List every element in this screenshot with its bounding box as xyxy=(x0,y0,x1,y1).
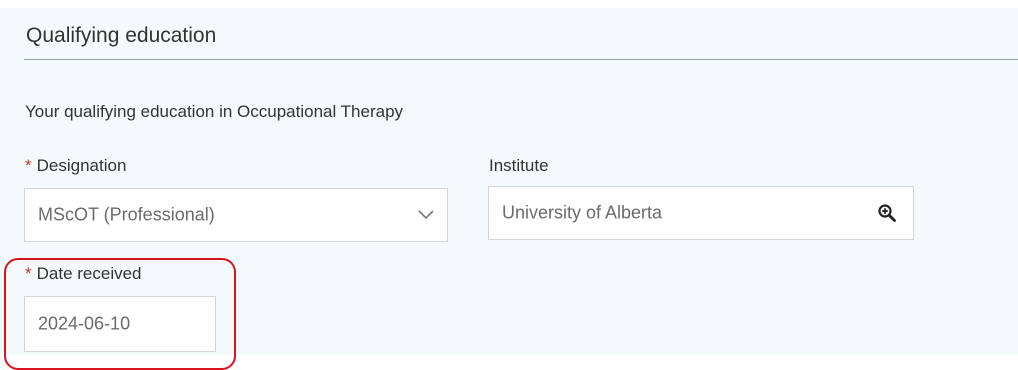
date-received-label-text: Date received xyxy=(36,264,142,283)
section-intro-text: Your qualifying education in Occupationa… xyxy=(25,102,404,121)
institute-value: University of Alberta xyxy=(502,202,663,223)
designation-label: * Designation xyxy=(25,156,126,176)
section-title: Qualifying education xyxy=(26,24,217,47)
required-marker: * xyxy=(25,264,32,283)
chevron-down-icon xyxy=(418,210,434,220)
designation-label-text: Designation xyxy=(36,156,127,175)
designation-select[interactable]: MScOT (Professional) xyxy=(24,188,448,242)
date-received-value: 2024-06-10 xyxy=(38,313,131,334)
qualifying-education-section: Qualifying education Your qualifying edu… xyxy=(0,8,1018,370)
required-marker: * xyxy=(25,156,32,175)
zoom-in-icon[interactable] xyxy=(877,203,897,223)
designation-selected-value: MScOT (Professional) xyxy=(38,204,215,225)
date-received-label: * Date received xyxy=(25,264,142,284)
section-divider xyxy=(24,59,1018,60)
institute-lookup-field[interactable]: University of Alberta xyxy=(488,186,914,240)
institute-label: Institute xyxy=(489,156,549,175)
date-received-input[interactable]: 2024-06-10 xyxy=(24,296,216,352)
